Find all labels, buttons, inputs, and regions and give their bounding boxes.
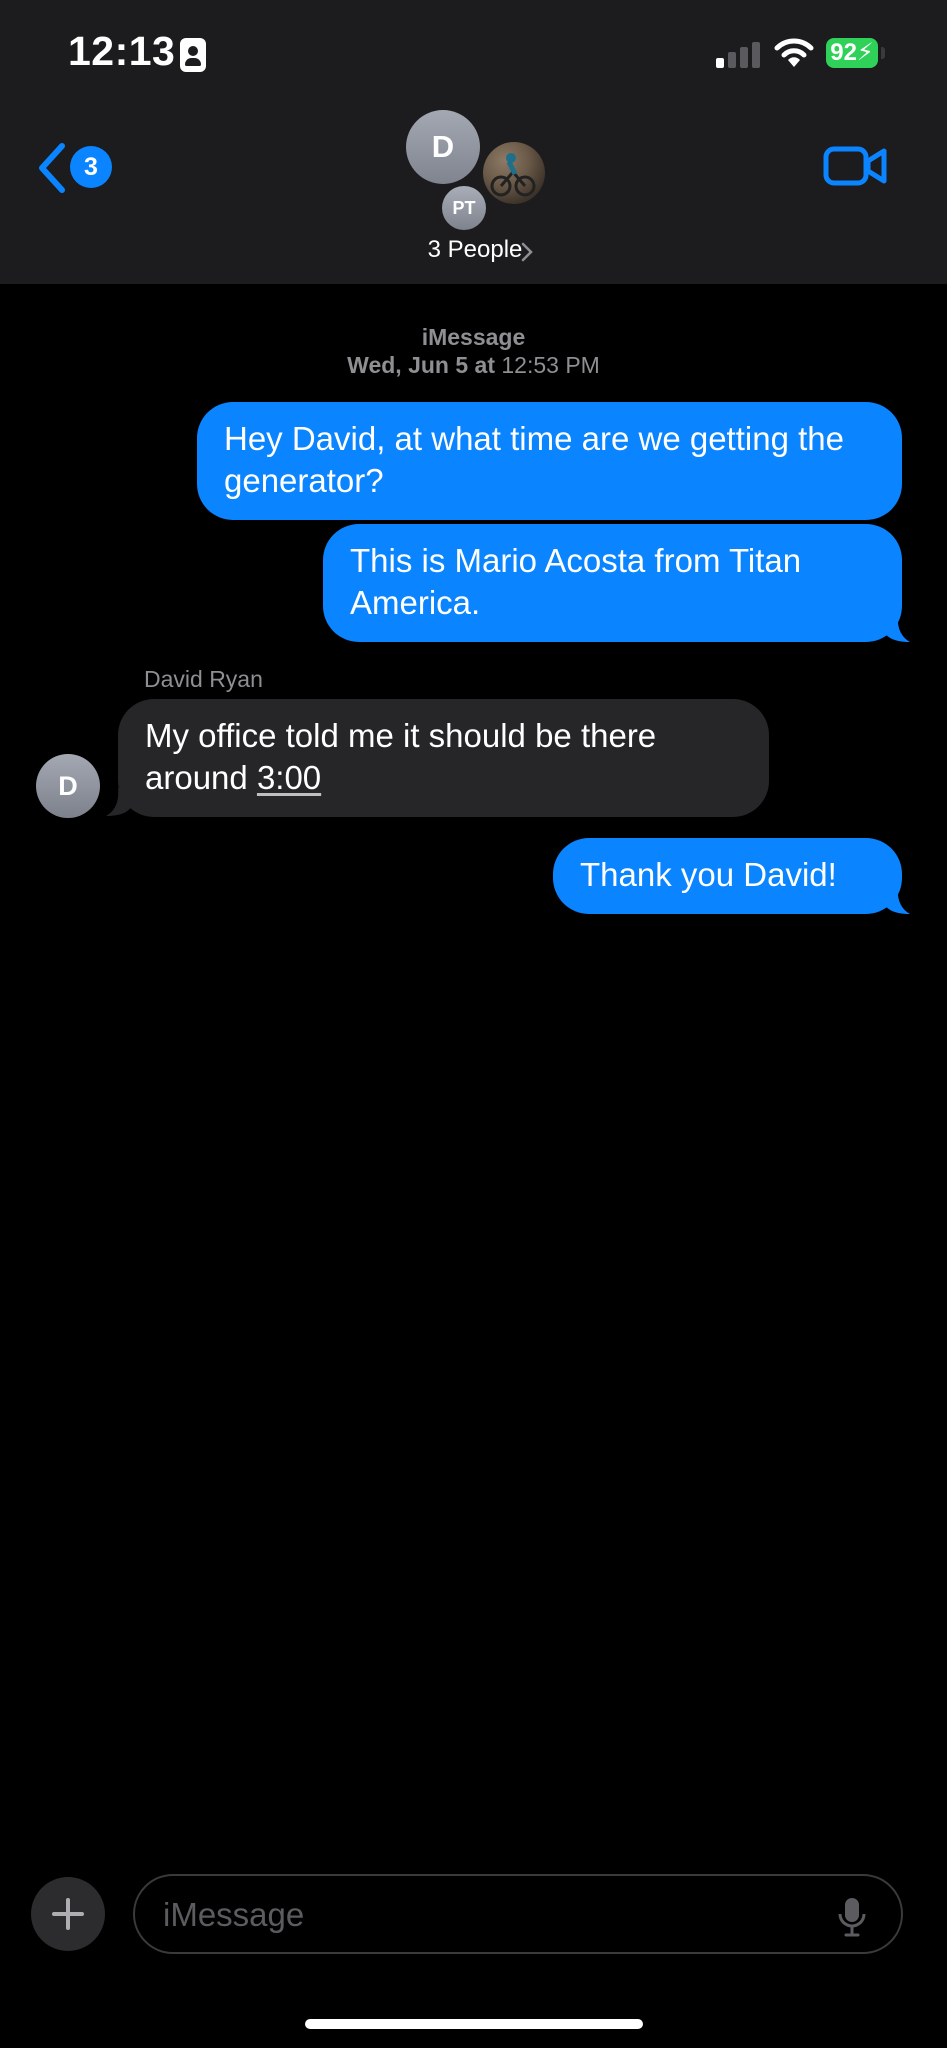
message-bubble-received[interactable]: My office told me it should be there aro… [118,699,769,817]
message-bubble-sent[interactable]: Hey David, at what time are we getting t… [197,402,902,520]
battery-indicator: 92⚡ [826,38,878,68]
message-bubble-sent[interactable]: This is Mario Acosta from Titan America. [323,524,902,642]
message-text: Thank you David! [580,856,837,893]
microphone-icon[interactable] [837,1896,867,1938]
video-call-icon[interactable] [823,144,887,188]
message-text: Hey David, at what time are we getting t… [224,420,844,499]
group-label: 3 People [427,236,523,263]
contact-card-icon [180,38,206,72]
home-indicator[interactable] [305,2019,643,2029]
avatar: D [406,110,480,184]
sender-name: David Ryan [144,666,263,692]
timestamp-date: Wed, Jun 5 at [347,352,495,378]
avatar-initials: PT [442,186,486,230]
sender-avatar[interactable]: D [36,754,100,818]
battery-tip [881,47,885,59]
conversation-timestamp: Wed, Jun 5 at 12:53 PM [0,352,947,379]
bubble-tail [880,614,910,642]
message-text: My office told me it should be there aro… [145,717,657,796]
unread-count-badge: 3 [70,146,112,188]
message-bubble-sent[interactable]: Thank you David! [553,838,902,914]
avatar-photo [483,142,545,204]
wifi-icon [774,38,814,67]
time-link[interactable]: 3:00 [257,759,321,796]
status-time: 12:13 [68,28,176,74]
message-text: This is Mario Acosta from Titan America. [350,542,802,621]
cellular-signal-icon [716,42,762,68]
chevron-right-icon [521,242,533,262]
conversation-header: 12:13 92⚡ 3 D PT 3 People [0,0,947,284]
timestamp-time: 12:53 PM [501,352,600,378]
message-input-placeholder: iMessage [163,1896,305,1933]
add-attachment-button[interactable] [31,1877,105,1951]
service-label: iMessage [421,324,526,350]
message-input[interactable]: iMessage [133,1874,903,1954]
charging-icon: ⚡ [856,39,874,66]
battery-level: 92 [830,39,857,66]
bubble-tail [880,886,910,914]
